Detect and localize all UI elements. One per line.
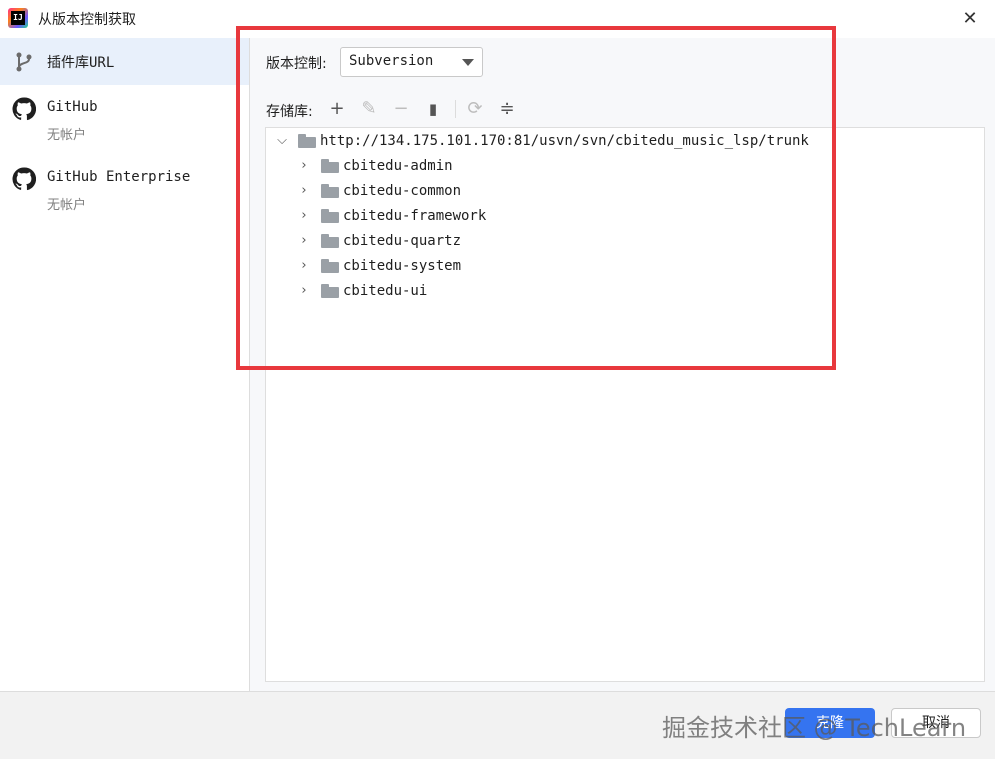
- chevron-right-icon[interactable]: ›: [296, 183, 312, 199]
- tree-node-label: cbitedu-admin: [343, 158, 453, 174]
- chevron-right-icon[interactable]: ›: [296, 283, 312, 299]
- sidebar: 插件库URL GitHub 无帐户 GitHub Enterprise 无帐户: [0, 38, 250, 691]
- intellij-app-icon: IJ: [8, 8, 28, 28]
- folder-icon: [298, 134, 316, 148]
- sidebar-item-label: 插件库URL: [47, 55, 115, 71]
- folder-icon: [321, 259, 339, 273]
- vcs-label: 版本控制:: [266, 56, 327, 72]
- tree-root-row[interactable]: ⌵ http://134.175.101.170:81/usvn/svn/cbi…: [266, 130, 984, 154]
- copy-icon[interactable]: ▮: [422, 98, 444, 120]
- folder-icon: [321, 159, 339, 173]
- folder-icon: [321, 184, 339, 198]
- tree-row[interactable]: › cbitedu-admin: [266, 155, 984, 179]
- tree-node-label: cbitedu-system: [343, 258, 462, 274]
- chevron-right-icon[interactable]: ›: [296, 233, 312, 249]
- folder-icon: [321, 209, 339, 223]
- tree-row[interactable]: › cbitedu-ui: [266, 280, 984, 304]
- vcs-type-dropdown[interactable]: Subversion: [340, 47, 483, 77]
- toolbar-separator: [455, 100, 456, 118]
- main-panel: 版本控制: Subversion 存储库: + ✎ − ▮ ⟳ ≑ ⌵ http…: [250, 38, 995, 691]
- sidebar-item-github[interactable]: GitHub 无帐户: [0, 86, 249, 156]
- cancel-button[interactable]: 取消: [891, 708, 981, 738]
- tree-node-label: cbitedu-framework: [343, 208, 487, 224]
- tree-row[interactable]: › cbitedu-quartz: [266, 230, 984, 254]
- window-title: 从版本控制获取: [38, 12, 136, 28]
- collapse-all-icon[interactable]: ≑: [496, 98, 518, 120]
- sidebar-item-label: GitHub: [47, 99, 98, 115]
- sidebar-item-sublabel: 无帐户: [47, 198, 87, 213]
- tree-node-label: cbitedu-quartz: [343, 233, 462, 249]
- chevron-down-icon[interactable]: ⌵: [274, 133, 290, 149]
- vcs-type-value: Subversion: [349, 53, 434, 69]
- chevron-right-icon[interactable]: ›: [296, 158, 312, 174]
- tree-row[interactable]: › cbitedu-common: [266, 180, 984, 204]
- repository-label: 存储库:: [266, 104, 313, 120]
- add-icon[interactable]: +: [326, 98, 348, 120]
- clone-button[interactable]: 克隆: [785, 708, 875, 738]
- dialog-footer: 克隆 取消 掘金技术社区 @ TechLearn: [0, 691, 995, 759]
- github-icon: [12, 167, 36, 191]
- refresh-icon[interactable]: ⟳: [464, 98, 486, 120]
- repository-tree[interactable]: ⌵ http://134.175.101.170:81/usvn/svn/cbi…: [265, 127, 985, 682]
- sidebar-item-repository-url[interactable]: 插件库URL: [0, 38, 249, 85]
- sidebar-item-label: GitHub Enterprise: [47, 169, 191, 185]
- remove-icon[interactable]: −: [390, 98, 412, 120]
- folder-icon: [321, 284, 339, 298]
- tree-node-label: cbitedu-common: [343, 183, 462, 199]
- app-icon-text: IJ: [11, 11, 25, 25]
- chevron-right-icon[interactable]: ›: [296, 208, 312, 224]
- sidebar-item-github-enterprise[interactable]: GitHub Enterprise 无帐户: [0, 156, 249, 226]
- edit-icon[interactable]: ✎: [358, 98, 380, 120]
- tree-row[interactable]: › cbitedu-system: [266, 255, 984, 279]
- vcs-branch-icon: [16, 52, 32, 72]
- sidebar-item-sublabel: 无帐户: [47, 128, 87, 143]
- chevron-down-icon: [462, 59, 474, 66]
- title-bar: IJ 从版本控制获取 ✕: [0, 0, 995, 39]
- chevron-right-icon[interactable]: ›: [296, 258, 312, 274]
- tree-row[interactable]: › cbitedu-framework: [266, 205, 984, 229]
- tree-root-url: http://134.175.101.170:81/usvn/svn/cbite…: [320, 133, 809, 149]
- tree-node-label: cbitedu-ui: [343, 283, 428, 299]
- folder-icon: [321, 234, 339, 248]
- close-icon[interactable]: ✕: [959, 8, 981, 30]
- github-icon: [12, 97, 36, 121]
